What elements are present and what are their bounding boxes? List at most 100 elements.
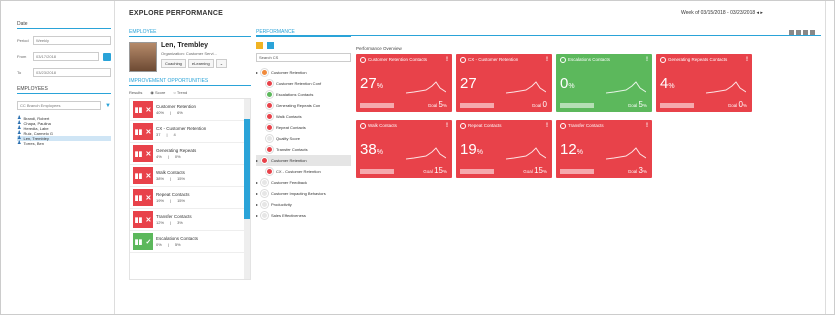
chevron-down-icon[interactable]: ⌄ [215,59,228,68]
alert-icon: ▮▮ ✕ [133,101,153,118]
filter-icon[interactable]: ▼ [105,103,111,109]
expand-icon[interactable]: ▸ [256,213,258,218]
kpi-tile[interactable]: CX - Customer Retention! 27 Goal 0 [456,54,552,112]
opportunity-item[interactable]: ▮▮ ✕ Repeat Contacts 19% | 15% [130,187,250,209]
opportunity-item[interactable]: ▮▮ ✕ Generating Repeats 4% | 0% [130,143,250,165]
tree-item[interactable]: ▸ Customer Impacting Behaviors [256,188,351,199]
info-icon[interactable]: ! [546,57,548,63]
radio-trend[interactable]: ○ Trend [173,90,187,95]
check-icon: ▮▮ ✓ [133,233,153,250]
tab-coaching[interactable]: Coaching [161,59,186,68]
expand-icon[interactable]: ▸ [256,70,258,75]
tree-item-label: Walk Contacts [276,114,302,119]
metric-icon [660,57,666,63]
kpi-goal-value: 15 [434,166,443,175]
metric-icon [360,57,366,63]
tree-item[interactable]: CX - Customer Retention [256,166,351,177]
tree-item-label: Sales Effectiveness [271,213,306,218]
sparkline [706,81,746,94]
alert-icon: ▮▮ ✕ [133,189,153,206]
to-label: To [17,70,22,75]
employee-section-title: EMPLOYEE [129,29,251,37]
folder-icon[interactable] [256,42,263,49]
kpi-tile[interactable]: Transfer Contacts! 12% Goal 3% [556,120,652,178]
tree-item[interactable]: Walk Contacts [256,111,351,122]
expand-icon[interactable]: ▸ [256,180,258,185]
period-select[interactable]: Weekly [33,36,111,45]
results-options: Results ◉ Score ○ Trend [129,90,251,95]
week-range[interactable]: Week of 03/15/2018 - 03/23/2018 ◂ ▸ [681,10,763,16]
info-icon[interactable]: ! [446,57,448,63]
info-icon[interactable]: ! [746,57,748,63]
list-view-icon[interactable] [267,42,274,49]
radio-score[interactable]: ◉ Score [150,90,165,95]
tree-item[interactable]: ▸ Productivity [256,199,351,210]
employee-org: Organization: Customer Servi... [161,51,217,56]
kpi-tile[interactable]: Escalations Contacts! 0% Goal 5% [556,54,652,112]
tree-item[interactable]: Customer Retention Conf [256,78,351,89]
to-date-field[interactable]: 03/23/2018 [33,68,111,77]
kpi-name: Escalations Contacts [568,57,611,62]
opportunity-name: Walk Contacts [156,170,185,175]
alert-icon: ▮▮ ✕ [133,123,153,140]
opportunity-value: 0% [156,242,162,247]
kpi-goal: Goal 0% [728,100,747,109]
expand-icon[interactable]: ▸ [256,191,258,196]
kpi-value: 38% [360,141,383,158]
expand-icon[interactable]: ▸ [256,158,258,163]
period-row: Period Weekly [17,35,111,46]
tree-item[interactable]: Escalations Contacts [256,89,351,100]
status-dot-icon [261,157,269,164]
kpi-goal-value: 15 [534,166,543,175]
progress-bar [560,103,594,108]
tree-search-input[interactable]: Search CS [256,53,351,62]
kpi-tile[interactable]: Walk Contacts! 38% Goal 15% [356,120,452,178]
scrollbar[interactable] [244,99,250,279]
kpi-name: Repeat Contacts [468,123,502,128]
radio-score-label: Score [154,90,166,95]
from-date-field[interactable]: 03/17/2018 [33,52,99,61]
sparkline [606,81,646,94]
kpi-tile[interactable]: Customer Retention Contacts! 27% Goal 5% [356,54,452,112]
tree-item[interactable]: ▸ Sales Effectiveness [256,210,351,221]
info-icon[interactable]: ! [446,123,448,129]
opportunity-goal: 15% [177,176,186,181]
status-dot-icon [266,135,273,142]
alert-icon: ▮▮ ✕ [133,211,153,228]
kpi-tile[interactable]: Generating Repeats Contacts! 4% Goal 0% [656,54,752,112]
opportunity-item[interactable]: ▮▮ ✕ CX - Customer Retention 37 | 4 [130,121,250,143]
tree-item[interactable]: ▸ Customer Retention [256,67,351,78]
sparkline [406,147,446,160]
opportunity-name: Repeat Contacts [156,192,190,197]
tree-item[interactable]: Transfer Contacts [256,144,351,155]
progress-bar [560,169,594,174]
opportunity-item[interactable]: ▮▮ ✓ Escalations Contacts 0% | 5% [130,231,250,253]
kpi-value: 4% [660,75,675,92]
employee-list-item[interactable]: ♟ Torres, Ben [17,141,111,147]
employee-filter-row: CC Branch Employees ▼ [17,100,111,111]
tree-item[interactable]: Generating Repeats Con [256,100,351,111]
tree-item[interactable]: Repeat Contacts [256,122,351,133]
tree-item-label: Productivity [271,202,292,207]
calendar-icon[interactable] [103,52,111,61]
scrollbar-thumb[interactable] [244,119,250,219]
tab-elearning[interactable]: eLearning [187,59,214,68]
info-icon[interactable]: ! [646,57,648,63]
kpi-value-unit: % [576,149,583,156]
opportunity-item[interactable]: ▮▮ ✕ Customer Retention 40% | 6% [130,99,250,121]
tree-item[interactable]: Quality Score [256,133,351,144]
opportunity-item[interactable]: ▮▮ ✕ Transfer Contacts 12% | 3% [130,209,250,231]
kpi-tile[interactable]: Repeat Contacts! 19% Goal 15% [456,120,552,178]
tree-item[interactable]: ▸ Customer Retention [256,155,351,166]
info-icon[interactable]: ! [546,123,548,129]
employee-group-select[interactable]: CC Branch Employees [17,101,102,110]
opportunity-item[interactable]: ▮▮ ✕ Walk Contacts 38% | 15% [130,165,250,187]
kpi-value-number: 27 [460,75,477,92]
tree-item[interactable]: ▸ Customer Feedback [256,177,351,188]
metric-icon [460,123,466,129]
from-row: From 03/17/2018 [17,51,111,62]
expand-icon[interactable]: ▸ [256,202,258,207]
kpi-goal-value: 0 [542,100,547,109]
kpi-name: Customer Retention Contacts [368,57,428,62]
info-icon[interactable]: ! [646,123,648,129]
